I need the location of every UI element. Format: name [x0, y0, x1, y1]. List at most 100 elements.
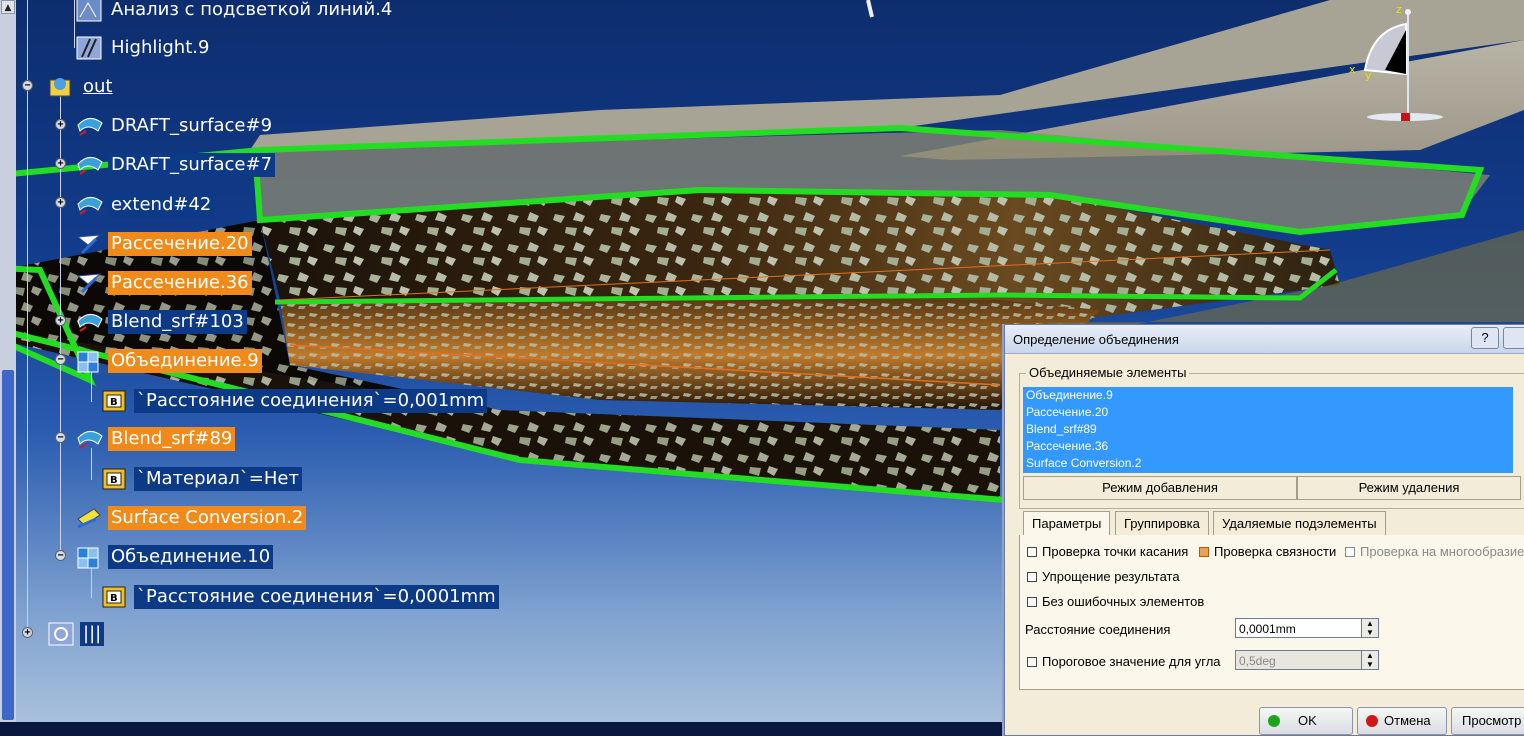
geometry-set-icon: [46, 621, 76, 647]
tree-node-join-10[interactable]: Объединение.10: [74, 544, 274, 570]
tree-node-label: extend#42: [108, 193, 215, 217]
svg-text:B: B: [110, 475, 118, 486]
tree-node-out[interactable]: out: [46, 74, 115, 100]
ok-button-label: OK: [1298, 713, 1317, 728]
cancel-button[interactable]: Отмена: [1357, 707, 1447, 735]
tree-node-label: DRAFT_surface#9: [111, 115, 273, 136]
tree-node-surface-conversion-2[interactable]: Surface Conversion.2: [74, 505, 307, 531]
tree-node-label: |||: [80, 622, 105, 646]
highlight-icon: [74, 35, 104, 61]
svg-text:B: B: [110, 397, 118, 408]
tangency-check-label: Проверка точки касания: [1042, 544, 1189, 559]
compass-x-label: x: [1349, 63, 1356, 76]
split-icon: [74, 231, 104, 257]
close-button[interactable]: [1503, 327, 1524, 349]
tab-grouping[interactable]: Группировка: [1115, 511, 1209, 536]
angle-check[interactable]: Пороговое значение для угла: [1027, 654, 1221, 669]
tree-node-split-20[interactable]: Рассечение.20: [74, 231, 252, 257]
parameter-icon: B: [100, 388, 130, 414]
checkbox[interactable]: [1027, 656, 1037, 667]
surface-icon: [74, 426, 104, 452]
tree-node-label: Surface Conversion.2: [108, 506, 307, 530]
no-invalid-check[interactable]: Без ошибочных элементов: [1027, 594, 1204, 609]
surface-icon: [74, 113, 104, 139]
list-item[interactable]: Рассечение.36: [1026, 438, 1513, 455]
surface-icon: [74, 192, 104, 218]
tree-node-label: DRAFT_surface#7: [108, 153, 276, 177]
angle-spinner-icon[interactable]: ▲ ▼: [1361, 650, 1379, 670]
tree-node-label: Рассечение.20: [108, 232, 252, 256]
collapse-toggle-icon[interactable]: −: [55, 354, 66, 365]
distance-label: Расстояние соединения: [1025, 622, 1171, 637]
tree-node-label: `Расстояние соединения`=0,0001mm: [134, 585, 499, 609]
specification-tree: Анализ с подсветкой линий.4 Highlight.9 …: [16, 0, 576, 722]
checkbox[interactable]: [1027, 571, 1037, 582]
help-button[interactable]: ?: [1471, 327, 1499, 349]
surface-icon: [74, 152, 104, 178]
expand-toggle-icon[interactable]: +: [55, 197, 66, 208]
list-item[interactable]: Blend_srf#89: [1026, 421, 1513, 438]
remove-mode-button[interactable]: Режим удаления: [1297, 476, 1521, 500]
tree-node-label: out: [83, 76, 113, 97]
join-definition-dialog: Определение объединения ? Объединяемые э…: [1004, 324, 1524, 736]
tree-node-parameter-material[interactable]: B `Материал`=Нет: [100, 466, 302, 492]
expand-toggle-icon[interactable]: +: [55, 158, 66, 169]
checkbox[interactable]: [1027, 546, 1037, 557]
expand-toggle-icon[interactable]: +: [55, 119, 66, 130]
tree-node-highlight-9[interactable]: Highlight.9: [74, 35, 212, 61]
tree-node-label: Анализ с подсветкой линий.4: [111, 0, 393, 20]
list-item[interactable]: Surface Conversion.2: [1026, 455, 1513, 472]
tree-node-extend-42[interactable]: extend#42: [74, 192, 215, 218]
tree-node-label: Blend_srf#89: [108, 427, 236, 451]
tree-node-iii[interactable]: |||: [46, 621, 105, 647]
scroll-thumb[interactable]: [2, 370, 14, 720]
tree-node-blend-srf-103[interactable]: Blend_srf#103: [74, 309, 247, 335]
compass-z-label: z: [1396, 3, 1402, 16]
simplify-check[interactable]: Упрощение результата: [1027, 569, 1180, 584]
tangency-check[interactable]: Проверка точки касания: [1027, 544, 1188, 559]
distance-input[interactable]: 0,0001mm: [1235, 618, 1367, 638]
tree-node-label: Рассечение.36: [108, 271, 252, 295]
cancel-button-label: Отмена: [1384, 713, 1431, 728]
tree-node-label: Highlight.9: [111, 37, 210, 58]
tree-node-label: Объединение.9: [108, 349, 262, 373]
expand-toggle-icon[interactable]: +: [55, 315, 66, 326]
tree-node-draft-surface-7[interactable]: DRAFT_surface#7: [74, 152, 276, 178]
geometrical-set-icon: [46, 74, 76, 100]
expand-toggle-icon[interactable]: +: [22, 627, 33, 638]
collapse-toggle-icon[interactable]: −: [55, 550, 66, 561]
collapse-toggle-icon[interactable]: −: [55, 432, 66, 443]
manifold-check[interactable]: Проверка на многообразие: [1345, 544, 1524, 559]
cancel-icon: [1366, 715, 1378, 727]
checkbox[interactable]: [1345, 546, 1355, 557]
elements-list[interactable]: Объединение.9 Рассечение.20 Blend_srf#89…: [1023, 387, 1513, 473]
tree-node-join-9[interactable]: Объединение.9: [74, 348, 262, 374]
tree-node-label: Blend_srf#103: [108, 310, 247, 334]
split-icon: [74, 270, 104, 296]
tree-node-highlight-analysis[interactable]: Анализ с подсветкой линий.4: [74, 0, 395, 23]
tree-node-label: `Материал`=Нет: [134, 467, 302, 491]
tab-parameters[interactable]: Параметры: [1023, 511, 1111, 536]
no-invalid-check-label: Без ошибочных элементов: [1042, 594, 1205, 609]
tree-node-blend-srf-89[interactable]: Blend_srf#89: [74, 426, 236, 452]
list-item[interactable]: Рассечение.20: [1026, 404, 1513, 421]
tree-node-draft-surface-9[interactable]: DRAFT_surface#9: [74, 113, 275, 139]
tree-node-parameter-distance[interactable]: B `Расстояние соединения`=0,001mm: [100, 388, 488, 414]
connexity-check[interactable]: Проверка связности: [1199, 544, 1336, 559]
collapse-toggle-icon[interactable]: −: [22, 80, 33, 91]
add-mode-button[interactable]: Режим добавления: [1023, 476, 1297, 500]
list-item[interactable]: Объединение.9: [1026, 387, 1513, 404]
scroll-up-arrow-icon[interactable]: ▲: [1, 0, 15, 14]
checkbox[interactable]: [1027, 596, 1037, 607]
tree-node-parameter-distance-2[interactable]: B `Расстояние соединения`=0,0001mm: [100, 584, 499, 610]
tree-scrollbar[interactable]: ▲: [0, 0, 16, 722]
checkbox-checked[interactable]: [1199, 546, 1209, 557]
distance-spinner-icon[interactable]: ▲ ▼: [1361, 618, 1379, 638]
conversion-icon: [74, 505, 104, 531]
tab-removed-subelements[interactable]: Удаляемые подэлементы: [1213, 511, 1386, 536]
ok-button[interactable]: OK: [1259, 707, 1353, 735]
angle-input[interactable]: 0,5deg: [1235, 650, 1367, 670]
preview-button[interactable]: Просмотр: [1451, 707, 1524, 735]
elements-group-title: Объединяемые элементы: [1026, 365, 1190, 380]
tree-node-split-36[interactable]: Рассечение.36: [74, 270, 252, 296]
